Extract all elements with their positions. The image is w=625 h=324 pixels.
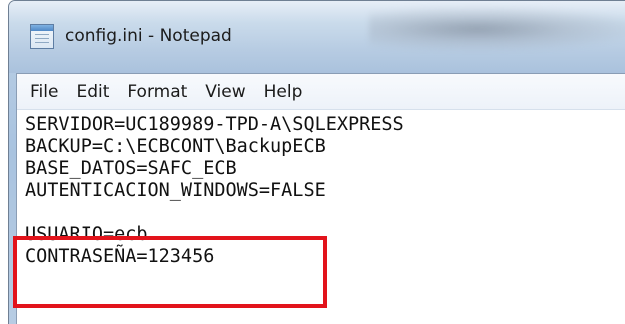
menu-bar: File Edit Format View Help	[17, 74, 625, 110]
window-title: config.ini - Notepad	[65, 26, 232, 46]
menu-view[interactable]: View	[196, 82, 254, 102]
menu-help[interactable]: Help	[255, 82, 312, 102]
notepad-icon[interactable]	[30, 24, 54, 49]
editor-line: BACKUP=C:\ECBCONT\BackupECB	[25, 136, 326, 157]
menu-file[interactable]: File	[21, 82, 67, 102]
editor-line: BASE_DATOS=SAFC_ECB	[25, 158, 237, 179]
title-bar[interactable]: config.ini - Notepad	[9, 1, 625, 73]
editor-line: AUTENTICACION_WINDOWS=FALSE	[25, 180, 326, 201]
screenshot: config.ini - Notepad File Edit Format Vi…	[0, 0, 625, 324]
red-highlight-box	[13, 236, 327, 308]
menu-format[interactable]: Format	[118, 82, 196, 102]
menu-edit[interactable]: Edit	[67, 82, 118, 102]
editor-line: SERVIDOR=UC189989-TPD-A\SQLEXPRESS	[25, 114, 404, 135]
blurred-area	[369, 7, 625, 51]
